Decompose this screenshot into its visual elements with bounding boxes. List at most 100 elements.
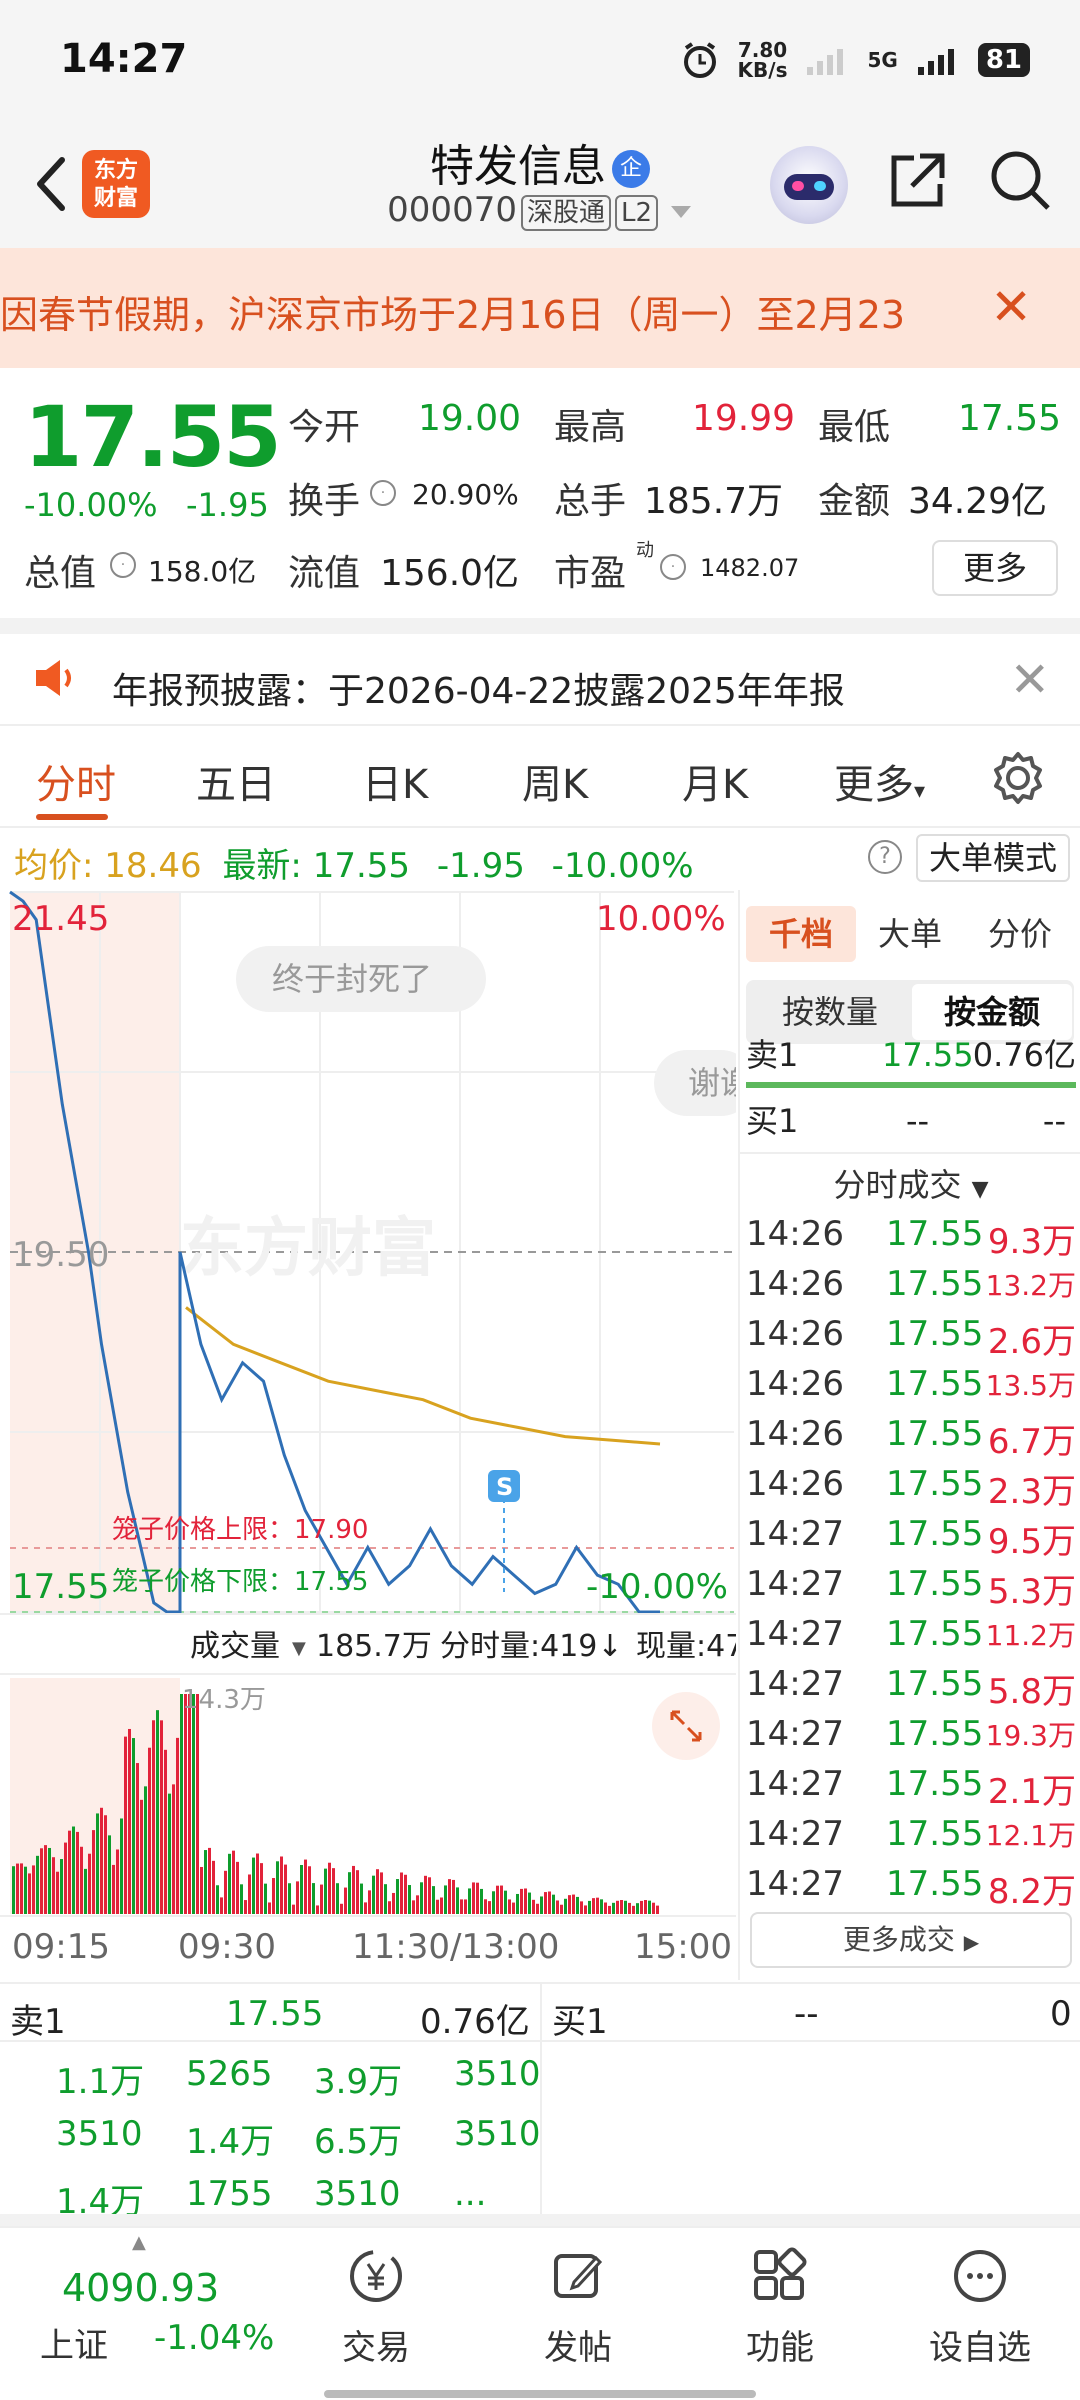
tab-monthly-k[interactable]: 月K — [682, 752, 748, 810]
trade-row: 14:26 17.55 2.6万 — [746, 1306, 1076, 1362]
share-icon[interactable] — [884, 148, 950, 214]
intraday-chart[interactable]: 东方财富 S 21.45 10.00% 19.50 17.55 -10.00% … — [0, 890, 736, 1980]
trade-price: 17.55 — [886, 1864, 984, 1904]
volume-bar — [332, 1868, 335, 1914]
last-change-percent: -10.00% — [551, 846, 694, 886]
volume-bar — [104, 1815, 107, 1914]
status-icons: 7.80 KB/s 5G 81 — [680, 32, 1030, 88]
tab-weekly-k[interactable]: 周K — [522, 752, 588, 810]
index-change[interactable]: -1.04% — [154, 2318, 274, 2358]
volume-bar — [36, 1855, 39, 1914]
divider — [0, 2040, 1080, 2042]
ask-1-label: 卖1 — [746, 1036, 799, 1074]
volume-bar — [200, 1866, 203, 1914]
nav-post[interactable]: 发帖 — [508, 2244, 648, 2369]
market-cap-info-icon[interactable]: · — [110, 552, 136, 578]
volume-bar — [432, 1886, 435, 1914]
volume-bar — [60, 1859, 63, 1914]
volume-bar — [516, 1893, 519, 1914]
volume-bar — [188, 1694, 191, 1914]
volume-bar — [260, 1863, 263, 1914]
big-order-mode-button[interactable]: 大单模式 — [916, 834, 1070, 882]
edit-icon — [554, 2254, 603, 2298]
caret-up-icon[interactable]: ▲ — [132, 2232, 146, 2253]
volume-bar — [100, 1807, 103, 1914]
trade-time: 14:27 — [746, 1714, 844, 1754]
help-icon[interactable]: ? — [868, 840, 902, 874]
volume-bar — [344, 1887, 347, 1914]
volume-bar — [160, 1720, 163, 1914]
home-indicator[interactable] — [324, 2390, 756, 2398]
volume-bar — [600, 1899, 603, 1914]
bid-1-row[interactable]: 买1 -- -- — [746, 1096, 1076, 1146]
notice-text: 因春节假期，沪深京市场于2月16日（周一）至2月23 — [0, 293, 906, 337]
order-side-panel: 千档 大单 分价 按数量 按金额 卖1 17.55 0.76亿 买1 -- --… — [738, 890, 1080, 1980]
holiday-notice[interactable]: 因春节假期，沪深京市场于2月16日（周一）至2月23 ✕ — [0, 248, 1080, 368]
volume-bar — [584, 1905, 587, 1914]
volume-selector[interactable]: 成交量 — [190, 1629, 280, 1664]
net-speed: 7.80 KB/s — [738, 40, 788, 80]
stock-name-text: 特发信息 — [430, 141, 606, 192]
volume-bar — [172, 1784, 175, 1914]
more-trades-button[interactable]: 更多成交 ▶ — [750, 1912, 1072, 1968]
volume-bar — [568, 1895, 571, 1914]
change-value: -1.95 — [186, 486, 269, 524]
enterprise-badge: 企 — [612, 150, 650, 188]
volume-bar — [240, 1884, 243, 1914]
tab-intraday[interactable]: 分时 — [36, 752, 116, 810]
tab-price-dist[interactable]: 分价 — [970, 906, 1070, 962]
volume-bar — [580, 1901, 583, 1914]
turnover-info-icon[interactable]: · — [370, 480, 396, 506]
order-queue-panel: 卖1 17.55 0.76亿 买1 -- 0 1.1万 5265 3.9万 3510 3… — [0, 1982, 1080, 2222]
nav-watchlist[interactable]: 设自选 — [910, 2244, 1050, 2369]
pe-label: 市盈 — [554, 553, 627, 594]
volume-bar — [236, 1861, 239, 1914]
divider — [540, 1984, 542, 2216]
search-icon[interactable] — [988, 148, 1054, 214]
queue-cell: ... — [454, 2174, 487, 2214]
more-quote-button[interactable]: 更多 — [932, 540, 1058, 596]
ask-1-row[interactable]: 卖1 17.55 0.76亿 — [746, 1030, 1076, 1080]
trade-row: 14:27 17.55 11.2万 — [746, 1606, 1076, 1656]
expand-chart-button[interactable] — [652, 1692, 720, 1760]
bid-1-price: -- — [906, 1102, 930, 1140]
yen-icon — [350, 2250, 402, 2302]
trade-row: 14:27 17.55 12.1万 — [746, 1806, 1076, 1856]
max-pct-label: 10.00% — [596, 899, 726, 939]
ai-assistant-icon[interactable] — [770, 146, 848, 224]
index-name[interactable]: 上证 — [40, 2318, 108, 2367]
tab-five-day[interactable]: 五日 — [196, 752, 276, 810]
volume-bar — [24, 1866, 27, 1914]
tab-order-depth[interactable]: 千档 — [746, 906, 856, 962]
volume-bar — [452, 1879, 455, 1914]
announcement-close-icon[interactable]: ✕ — [1010, 652, 1050, 708]
status-bar: 14:27 7.80 KB/s 5G 81 — [0, 0, 1080, 120]
volume-bar — [464, 1899, 467, 1914]
queue-cell: 3510 — [314, 2174, 401, 2214]
pe-info-icon[interactable]: · — [660, 554, 686, 580]
tab-more[interactable]: 更多▾ — [834, 752, 925, 810]
report-announcement[interactable]: 年报预披露：于2026-04-22披露2025年年报 ✕ — [0, 634, 1080, 724]
trade-row: 14:26 17.55 6.7万 — [746, 1406, 1076, 1462]
high-value: 19.99 — [692, 398, 796, 439]
level2-tag: L2 — [614, 195, 659, 231]
pe-dynamic-sup: 动 — [636, 540, 654, 561]
nav-watchlist-label: 设自选 — [929, 2328, 1031, 2368]
time-label-close: 15:00 — [634, 1927, 732, 1967]
volume-bar — [144, 1786, 147, 1914]
network-type: 5G — [867, 48, 898, 72]
nav-trade[interactable]: 交易 — [306, 2244, 446, 2369]
tab-daily-k[interactable]: 日K — [362, 752, 428, 810]
tab-big-order[interactable]: 大单 — [860, 906, 960, 962]
queue-bid-1-label: 买1 — [552, 2002, 608, 2042]
gear-icon[interactable] — [990, 750, 1046, 806]
trade-row: 14:27 17.55 2.1万 — [746, 1756, 1076, 1812]
ask-1-amount: 0.76亿 — [972, 1036, 1076, 1074]
volume-bar — [152, 1720, 155, 1914]
trades-title[interactable]: 分时成交 ▼ — [740, 1160, 1080, 1206]
trade-time: 14:27 — [746, 1664, 844, 1704]
nav-functions[interactable]: 功能 — [710, 2244, 850, 2369]
index-value[interactable]: 4090.93 — [62, 2266, 219, 2310]
volume-bar — [212, 1860, 215, 1914]
notice-close-icon[interactable]: ✕ — [990, 278, 1032, 336]
